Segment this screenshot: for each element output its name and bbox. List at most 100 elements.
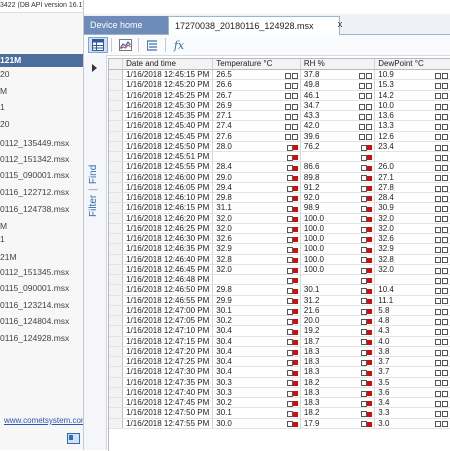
table-row[interactable]: 1/16/2018 12:47:20 PM 30.4 18.3 3.8 — [109, 346, 450, 358]
table-row[interactable]: 1/16/2018 12:47:25 PM 30.4 18.3 3.7 — [109, 356, 450, 368]
sidebar-item[interactable]: M — [0, 85, 83, 98]
column-header-datetime[interactable]: Date and time — [122, 59, 214, 70]
sidebar-item[interactable]: 0116_122712.msx — [0, 186, 83, 199]
table-row[interactable]: 1/16/2018 12:46:48 PM — [109, 274, 450, 286]
table-row[interactable]: 1/16/2018 12:46:20 PM 32.0 100.0 32.0 — [109, 213, 450, 224]
sidebar-item[interactable]: 21M — [0, 251, 83, 264]
tab-file[interactable]: 17270038_20180116_124928.msx — [168, 16, 340, 35]
row-header[interactable] — [109, 305, 124, 317]
row-header[interactable] — [109, 141, 124, 153]
row-header[interactable] — [109, 377, 124, 388]
row-header[interactable] — [109, 172, 124, 183]
table-row[interactable]: 1/16/2018 12:47:00 PM 30.1 21.6 5.8 — [109, 305, 450, 317]
sidebar-item[interactable]: 20 — [0, 118, 83, 131]
table-row[interactable]: 1/16/2018 12:46:15 PM 31.1 98.9 30.9 — [109, 202, 450, 214]
sidebar-item[interactable]: 121M — [0, 54, 83, 67]
row-header[interactable] — [109, 120, 124, 132]
table-row[interactable]: 1/16/2018 12:45:35 PM 27.1 43.3 13.6 — [109, 110, 450, 122]
statistics-view-button[interactable] — [142, 37, 162, 53]
table-row[interactable]: 1/16/2018 12:46:45 PM 32.0 100.0 32.0 — [109, 264, 450, 276]
row-header[interactable] — [109, 100, 124, 112]
row-header[interactable] — [109, 346, 124, 358]
row-header[interactable] — [109, 274, 124, 286]
table-row[interactable]: 1/16/2018 12:47:30 PM 30.4 18.3 3.7 — [109, 366, 450, 378]
tab-close-button[interactable]: x — [334, 16, 346, 32]
row-header[interactable] — [109, 192, 124, 204]
row-header[interactable] — [109, 213, 124, 224]
table-row[interactable]: 1/16/2018 12:45:30 PM 26.9 34.7 10.0 — [109, 100, 450, 112]
table-row[interactable]: 1/16/2018 12:47:05 PM 30.2 20.0 4.8 — [109, 315, 450, 327]
table-row[interactable]: 1/16/2018 12:46:55 PM 29.9 31.2 11.1 — [109, 295, 450, 306]
row-header[interactable] — [109, 284, 124, 296]
sidebar-item[interactable]: 1 — [0, 101, 83, 114]
table-row[interactable]: 1/16/2018 12:47:15 PM 30.4 18.7 4.0 — [109, 336, 450, 347]
sidebar-item[interactable]: 0112_135449.msx — [0, 137, 83, 150]
sidebar-item[interactable]: 0112_151342.msx — [0, 153, 83, 166]
row-header[interactable] — [109, 418, 124, 429]
table-row[interactable]: 1/16/2018 12:47:55 PM 30.0 17.9 3.0 — [109, 418, 450, 429]
sidebar-item[interactable]: 1 — [0, 233, 83, 246]
table-row[interactable]: 1/16/2018 12:46:25 PM 32.0 100.0 32.0 — [109, 223, 450, 235]
table-row[interactable]: 1/16/2018 12:46:05 PM 29.4 91.2 27.8 — [109, 182, 450, 194]
table-row[interactable]: 1/16/2018 12:46:35 PM 32.9 100.0 32.9 — [109, 243, 450, 255]
cometsystem-link[interactable]: www.cometsystem.com — [4, 416, 83, 425]
table-row[interactable]: 1/16/2018 12:46:30 PM 32.6 100.0 32.6 — [109, 233, 450, 245]
table-row[interactable]: 1/16/2018 12:47:50 PM 30.1 18.2 3.3 — [109, 407, 450, 419]
row-header[interactable] — [109, 79, 124, 91]
table-row[interactable]: 1/16/2018 12:45:20 PM 26.6 49.8 15.3 — [109, 79, 450, 91]
row-header[interactable] — [109, 315, 124, 327]
formula-button[interactable]: fx — [169, 37, 189, 53]
table-row[interactable]: 1/16/2018 12:45:45 PM 27.6 39.6 12.6 — [109, 131, 450, 142]
table-row[interactable]: 1/16/2018 12:46:50 PM 29.8 30.1 10.4 — [109, 284, 450, 296]
sidebar-item[interactable]: 0116_124928.msx — [0, 332, 83, 345]
table-row[interactable]: 1/16/2018 12:47:45 PM 30.2 18.3 3.4 — [109, 397, 450, 409]
row-header[interactable] — [109, 387, 124, 399]
table-row[interactable]: 1/16/2018 12:47:35 PM 30.3 18.2 3.5 — [109, 377, 450, 388]
column-header-temperature[interactable]: Temperature °C — [212, 59, 301, 70]
sidebar-item[interactable]: 0115_090001.msx — [0, 169, 83, 182]
row-header[interactable] — [109, 90, 124, 101]
row-header[interactable] — [109, 325, 124, 337]
table-row[interactable]: 1/16/2018 12:45:50 PM 28.0 76.2 23.4 — [109, 141, 450, 153]
row-header[interactable] — [109, 110, 124, 122]
table-row[interactable]: 1/16/2018 12:45:15 PM 26.5 37.8 10.9 — [109, 69, 450, 81]
row-header[interactable] — [109, 407, 124, 419]
chart-view-button[interactable] — [115, 37, 135, 53]
row-header[interactable] — [109, 233, 124, 245]
table-row[interactable]: 1/16/2018 12:46:10 PM 29.8 92.0 28.4 — [109, 192, 450, 204]
table-row[interactable]: 1/16/2018 12:47:40 PM 30.3 18.3 3.6 — [109, 387, 450, 399]
find-tab[interactable]: Find — [88, 165, 99, 184]
table-row[interactable]: 1/16/2018 12:46:00 PM 29.0 89.8 27.1 — [109, 172, 450, 183]
table-row[interactable]: 1/16/2018 12:45:40 PM 27.4 42.0 13.3 — [109, 120, 450, 132]
row-header[interactable] — [109, 254, 124, 265]
row-header[interactable] — [109, 161, 124, 173]
sidebar-item[interactable]: 0116_124804.msx — [0, 315, 83, 328]
sidebar-item[interactable]: 20 — [0, 68, 83, 81]
row-header[interactable] — [109, 356, 124, 368]
sidebar-item[interactable]: 0115_090001.msx — [0, 282, 83, 295]
table-row[interactable]: 1/16/2018 12:47:10 PM 30.4 19.2 4.3 — [109, 325, 450, 337]
table-row[interactable]: 1/16/2018 12:45:51 PM — [109, 151, 450, 163]
row-header[interactable] — [109, 264, 124, 276]
column-header-rh[interactable]: RH % — [300, 59, 376, 70]
row-header[interactable] — [109, 336, 124, 347]
row-header[interactable] — [109, 182, 124, 194]
sidebar-item[interactable]: 0112_151345.msx — [0, 266, 83, 279]
row-header[interactable] — [109, 69, 124, 81]
filter-tab[interactable]: Filter — [88, 195, 99, 217]
table-row[interactable]: 1/16/2018 12:46:40 PM 32.8 100.0 32.8 — [109, 254, 450, 265]
sidebar-item[interactable]: 0116_124738.msx — [0, 203, 83, 216]
column-header-dewpoint[interactable]: DewPoint °C — [374, 59, 450, 70]
table-row[interactable]: 1/16/2018 12:45:25 PM 26.7 46.1 14.2 — [109, 90, 450, 101]
table-view-button[interactable] — [88, 37, 108, 53]
row-header[interactable] — [109, 202, 124, 214]
expand-arrow-icon[interactable] — [92, 64, 97, 72]
row-header[interactable] — [109, 366, 124, 378]
row-header[interactable] — [109, 223, 124, 235]
sidebar-item[interactable]: M — [0, 220, 83, 233]
row-header[interactable] — [109, 131, 124, 142]
sidebar-item[interactable]: 0116_123214.msx — [0, 299, 83, 312]
panel-toggle-icon[interactable] — [67, 433, 80, 444]
row-header[interactable] — [109, 397, 124, 409]
row-header[interactable] — [109, 151, 124, 163]
